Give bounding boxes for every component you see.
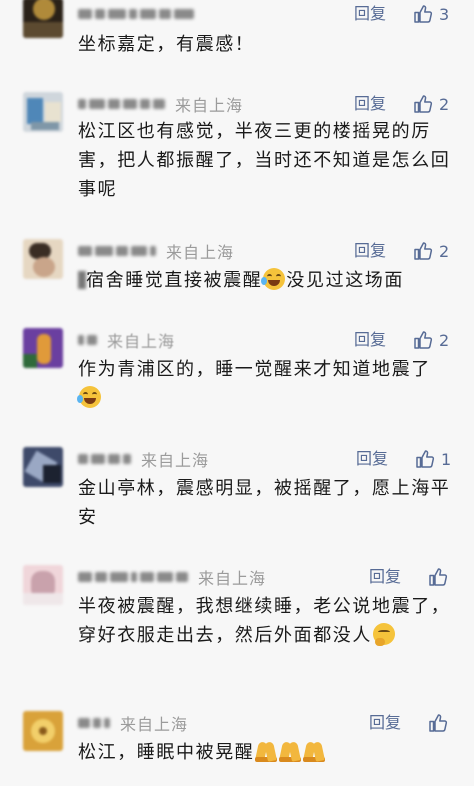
reply-button[interactable]: 回复 <box>369 712 401 734</box>
folded-hands-emoji-icon <box>279 740 302 762</box>
comment-text: 作为青浦区的，睡一觉醒来才知道地震了 <box>77 355 453 413</box>
comment-header <box>78 3 204 25</box>
comment-text: 半夜被震醒，我想继续睡，老公说地震了，穿好衣服走出去，然后外面都没人 <box>78 592 453 650</box>
comment-header: 来自上海 <box>78 566 266 588</box>
avatar[interactable] <box>23 328 63 368</box>
thumbs-up-icon <box>414 331 433 349</box>
blurred-username <box>78 572 188 582</box>
blurred-username <box>78 454 131 464</box>
like-count: 2 <box>439 241 450 261</box>
location-label: 来自上海 <box>175 96 244 115</box>
comment-text-part: 没见过这场面 <box>286 270 405 291</box>
like-button[interactable]: 3 <box>413 3 449 25</box>
blurred-prefix <box>78 271 86 289</box>
like-button[interactable]: 1 <box>415 448 451 470</box>
reply-button[interactable]: 回复 <box>354 3 386 25</box>
blurred-username <box>78 335 97 345</box>
reply-button[interactable]: 回复 <box>354 329 386 351</box>
thumbs-up-icon <box>416 450 435 468</box>
thumbs-up-icon <box>414 242 433 260</box>
avatar[interactable] <box>23 565 63 605</box>
comment-text: 坐标嘉定，有震感！ <box>78 34 255 55</box>
like-button[interactable]: 2 <box>413 93 449 115</box>
comment-header: 来自上海 <box>78 93 243 115</box>
thumbs-up-icon <box>414 95 433 113</box>
reply-button[interactable]: 回复 <box>356 448 388 470</box>
avatar[interactable] <box>23 711 63 751</box>
comment-text: 松江，睡眠中被晃醒 <box>78 738 453 767</box>
laugh-cry-emoji-icon <box>77 386 101 408</box>
folded-hands-emoji-icon <box>255 740 278 762</box>
like-button[interactable]: 2 <box>413 329 449 351</box>
comment-text-part: 宿舍睡觉直接被震醒 <box>86 270 263 291</box>
like-button[interactable] <box>428 566 454 588</box>
like-count: 3 <box>439 4 450 24</box>
comment-header: 来自上海 <box>78 329 175 351</box>
thumbs-up-icon <box>429 714 448 732</box>
reply-button[interactable]: 回复 <box>354 240 386 262</box>
location-label: 来自上海 <box>141 451 210 470</box>
like-count: 2 <box>439 94 450 114</box>
reply-button[interactable]: 回复 <box>354 93 386 115</box>
comment-text: 松江区也有感觉，半夜三更的楼摇晃的厉害，把人都振醒了，当时还不知道是怎么回事呢 <box>78 121 451 200</box>
comment-header: 来自上海 <box>78 240 234 262</box>
thumbs-up-icon <box>414 5 433 23</box>
folded-hands-emoji-icon <box>303 740 326 762</box>
thinking-face-emoji-icon <box>373 623 395 646</box>
like-count: 1 <box>441 449 452 469</box>
comment-text-part: 作为青浦区的，睡一觉醒来才知道地震了 <box>78 359 431 380</box>
location-label: 来自上海 <box>166 243 235 262</box>
comment-header: 来自上海 <box>78 712 188 734</box>
avatar[interactable] <box>23 92 63 132</box>
blurred-username <box>78 9 194 19</box>
location-label: 来自上海 <box>198 569 267 588</box>
location-label: 来自上海 <box>107 332 176 351</box>
comment-list: 回复 3 坐标嘉定，有震感！ 来自上海 回复 2 松江区也有感觉，半夜三更的楼摇… <box>0 0 474 786</box>
blurred-username <box>78 246 156 256</box>
avatar[interactable] <box>23 0 63 38</box>
like-button[interactable] <box>428 712 454 734</box>
avatar[interactable] <box>23 239 63 279</box>
comment-text-part: 半夜被震醒，我想继续睡，老公说地震了，穿好衣服走出去，然后外面都没人 <box>78 596 451 646</box>
comment-text-part: 松江，睡眠中被晃醒 <box>78 742 255 763</box>
comment-text: 金山亭林，震感明显，被摇醒了，愿上海平安 <box>78 478 451 528</box>
laugh-cry-emoji-icon <box>261 268 286 290</box>
comment-text: 宿舍睡觉直接被震醒 没见过这场面 <box>78 266 453 295</box>
like-button[interactable]: 2 <box>413 240 449 262</box>
blurred-username <box>78 99 165 109</box>
reply-button[interactable]: 回复 <box>369 566 401 588</box>
comment-header: 来自上海 <box>78 448 209 470</box>
blurred-username <box>78 718 110 728</box>
avatar[interactable] <box>23 447 63 487</box>
thumbs-up-icon <box>429 568 448 586</box>
like-count: 2 <box>439 330 450 350</box>
location-label: 来自上海 <box>120 715 189 734</box>
